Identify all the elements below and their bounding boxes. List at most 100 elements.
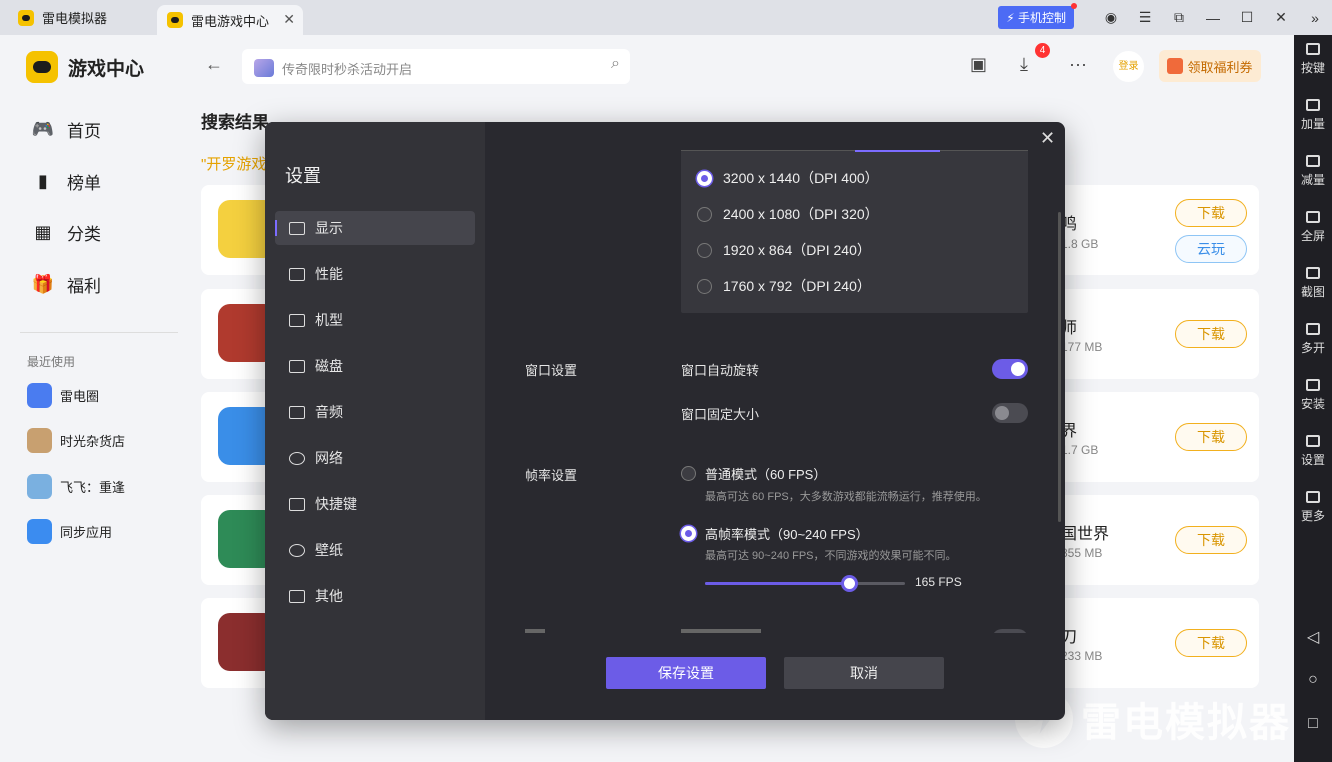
fullscreen-button[interactable]: 全屏 <box>1294 211 1332 244</box>
multi-instance-button[interactable]: 多开 <box>1294 323 1332 356</box>
minimize-icon[interactable]: — <box>1196 10 1230 26</box>
fps-slider-handle[interactable] <box>841 575 858 592</box>
scissors-icon <box>1306 267 1320 279</box>
radio-unselected[interactable] <box>697 242 712 258</box>
radio-selected[interactable] <box>697 170 712 186</box>
resolution-option[interactable]: 1920 x 864（DPI 240） <box>697 240 871 260</box>
settings-tab-model[interactable]: 机型 <box>275 303 475 337</box>
recent-item-label: 飞飞：重逢 <box>60 480 126 495</box>
radio-unselected[interactable] <box>681 466 696 481</box>
game-size: 1.8 GB <box>1061 237 1099 251</box>
fps-high-hint: 最高可达 90~240 FPS，不同游戏的效果可能不同。 <box>705 550 957 562</box>
more-button[interactable]: 更多 <box>1294 491 1332 524</box>
sidebar-item-label: 首页 <box>67 122 101 141</box>
settings-tab-performance[interactable]: 性能 <box>275 257 475 291</box>
cloud-play-button[interactable]: 云玩 <box>1175 235 1247 263</box>
download-button[interactable]: 下载 <box>1175 199 1247 227</box>
recents-nav-icon[interactable]: □ <box>1294 715 1332 733</box>
download-button[interactable]: 下载 <box>1175 629 1247 657</box>
sidebar-item-category[interactable]: ▦ 分类 <box>33 220 101 245</box>
cancel-button[interactable]: 取消 <box>784 657 944 689</box>
phone-control-button[interactable]: ⚡ 手机控制 <box>998 3 1077 29</box>
sidebar-item-ranking[interactable]: ▮ 榜单 <box>33 169 101 194</box>
install-apk-button[interactable]: 安装 <box>1294 379 1332 412</box>
settings-button[interactable]: 设置 <box>1294 435 1332 468</box>
restore-window-icon[interactable]: ⧉ <box>1162 9 1196 26</box>
settings-tab-label: 磁盘 <box>315 358 343 374</box>
radio-selected[interactable] <box>681 526 696 541</box>
lightning-icon: ⚡ <box>1006 11 1015 25</box>
watermark-text: 雷电模拟器 <box>1081 701 1291 745</box>
tab-game-center[interactable]: 雷电游戏中心 ✕ <box>157 5 303 35</box>
download-icon[interactable]: ⤓ <box>1020 54 1028 75</box>
settings-tab-network[interactable]: 网络 <box>275 441 475 475</box>
download-button[interactable]: 下载 <box>1175 320 1247 348</box>
app-title: 雷电模拟器 <box>0 0 155 35</box>
fps-normal-option[interactable]: 普通模式（60 FPS） <box>681 464 826 483</box>
resolution-option[interactable]: 1760 x 792（DPI 240） <box>697 276 871 296</box>
resolution-label: 2400 x 1080（DPI 320） <box>723 206 879 222</box>
keymap-button[interactable]: 按键 <box>1294 43 1332 76</box>
fixed-size-toggle[interactable] <box>992 403 1028 423</box>
sidebar-item-welfare[interactable]: 🎁 福利 <box>32 272 101 297</box>
close-icon[interactable]: ✕ <box>1264 9 1298 26</box>
fps-normal-hint: 最高可达 60 FPS，大多数游戏都能流畅运行，推荐使用。 <box>705 491 987 503</box>
home-nav-icon[interactable]: ○ <box>1294 671 1332 689</box>
search-input[interactable]: 传奇限时秒杀活动开启 ⌕ <box>242 49 630 84</box>
search-icon[interactable]: ⌕ <box>611 55 620 73</box>
close-tab-icon[interactable]: ✕ <box>283 11 295 28</box>
recent-item[interactable]: 雷电圈 <box>27 383 99 408</box>
radio-unselected[interactable] <box>697 278 712 294</box>
download-button[interactable]: 下载 <box>1175 423 1247 451</box>
save-settings-button[interactable]: 保存设置 <box>606 657 766 689</box>
user-icon[interactable]: ◉ <box>1094 9 1128 26</box>
game-size: 177 MB <box>1061 340 1103 354</box>
maximize-icon[interactable]: ☐ <box>1230 9 1264 26</box>
recent-item[interactable]: 同步应用 <box>27 519 112 544</box>
volume-down-button[interactable]: 减量 <box>1294 155 1332 188</box>
close-icon[interactable]: ✕ <box>1040 128 1055 149</box>
gear-icon <box>1306 435 1320 447</box>
toolbar-label: 按键 <box>1300 61 1325 75</box>
coupon-button[interactable]: 领取福利券 <box>1159 50 1261 82</box>
fixed-size-label: 窗口固定大小 <box>681 407 760 422</box>
more-icon[interactable]: ··· <box>1069 54 1087 75</box>
recent-item-label: 时光杂货店 <box>60 434 126 449</box>
settings-tab-shortcuts[interactable]: 快捷键 <box>275 487 475 521</box>
sidebar-collapse-icon[interactable]: » <box>1298 10 1332 26</box>
search-query: "开罗游戏 <box>201 156 267 173</box>
settings-tab-display[interactable]: 显示 <box>275 211 475 245</box>
auto-rotate-toggle[interactable] <box>992 359 1028 379</box>
menu-icon[interactable]: ☰ <box>1128 9 1162 26</box>
login-button[interactable]: 登录 <box>1113 51 1144 82</box>
resolution-option[interactable]: 2400 x 1080（DPI 320） <box>697 204 879 224</box>
grid-icon <box>289 589 305 603</box>
tab-label: 雷电游戏中心 <box>191 13 270 29</box>
back-nav-icon[interactable]: ◁ <box>1294 627 1332 647</box>
recent-item[interactable]: 飞飞：重逢 <box>27 474 125 499</box>
settings-tab-other[interactable]: 其他 <box>275 579 475 613</box>
recent-item[interactable]: 时光杂货店 <box>27 428 125 453</box>
ranking-icon: ▮ <box>38 171 48 191</box>
toolbar-label: 设置 <box>1300 453 1325 467</box>
scrollbar[interactable] <box>1058 212 1061 522</box>
dialog-title: 设置 <box>285 166 321 186</box>
download-button[interactable]: 下载 <box>1175 526 1247 554</box>
fps-high-option[interactable]: 高帧率模式（90~240 FPS） <box>681 524 869 543</box>
gamepad-icon: 🎮 <box>31 119 55 139</box>
fps-slider[interactable] <box>705 575 905 592</box>
back-arrow-icon[interactable]: ← <box>205 54 223 75</box>
radio-unselected[interactable] <box>697 206 712 222</box>
resolution-option[interactable]: 3200 x 1440（DPI 400） <box>697 168 879 188</box>
game-name: 国世界 <box>1061 526 1110 543</box>
left-sidebar: 游戏中心 🎮 首页 ▮ 榜单 ▦ 分类 🎁 福利 最近使用 雷电圈 时光杂货店 … <box>0 35 178 762</box>
volume-up-button[interactable]: 加量 <box>1294 99 1332 132</box>
settings-tab-audio[interactable]: 音频 <box>275 395 475 429</box>
screenshot-button[interactable]: 截图 <box>1294 267 1332 300</box>
folder-icon <box>289 313 305 327</box>
settings-tab-wallpaper[interactable]: 壁纸 <box>275 533 475 567</box>
settings-tab-label: 显示 <box>315 220 343 236</box>
settings-tab-disk[interactable]: 磁盘 <box>275 349 475 383</box>
sidebar-item-home[interactable]: 🎮 首页 <box>31 117 101 142</box>
calendar-icon[interactable]: ▣ <box>970 54 987 75</box>
